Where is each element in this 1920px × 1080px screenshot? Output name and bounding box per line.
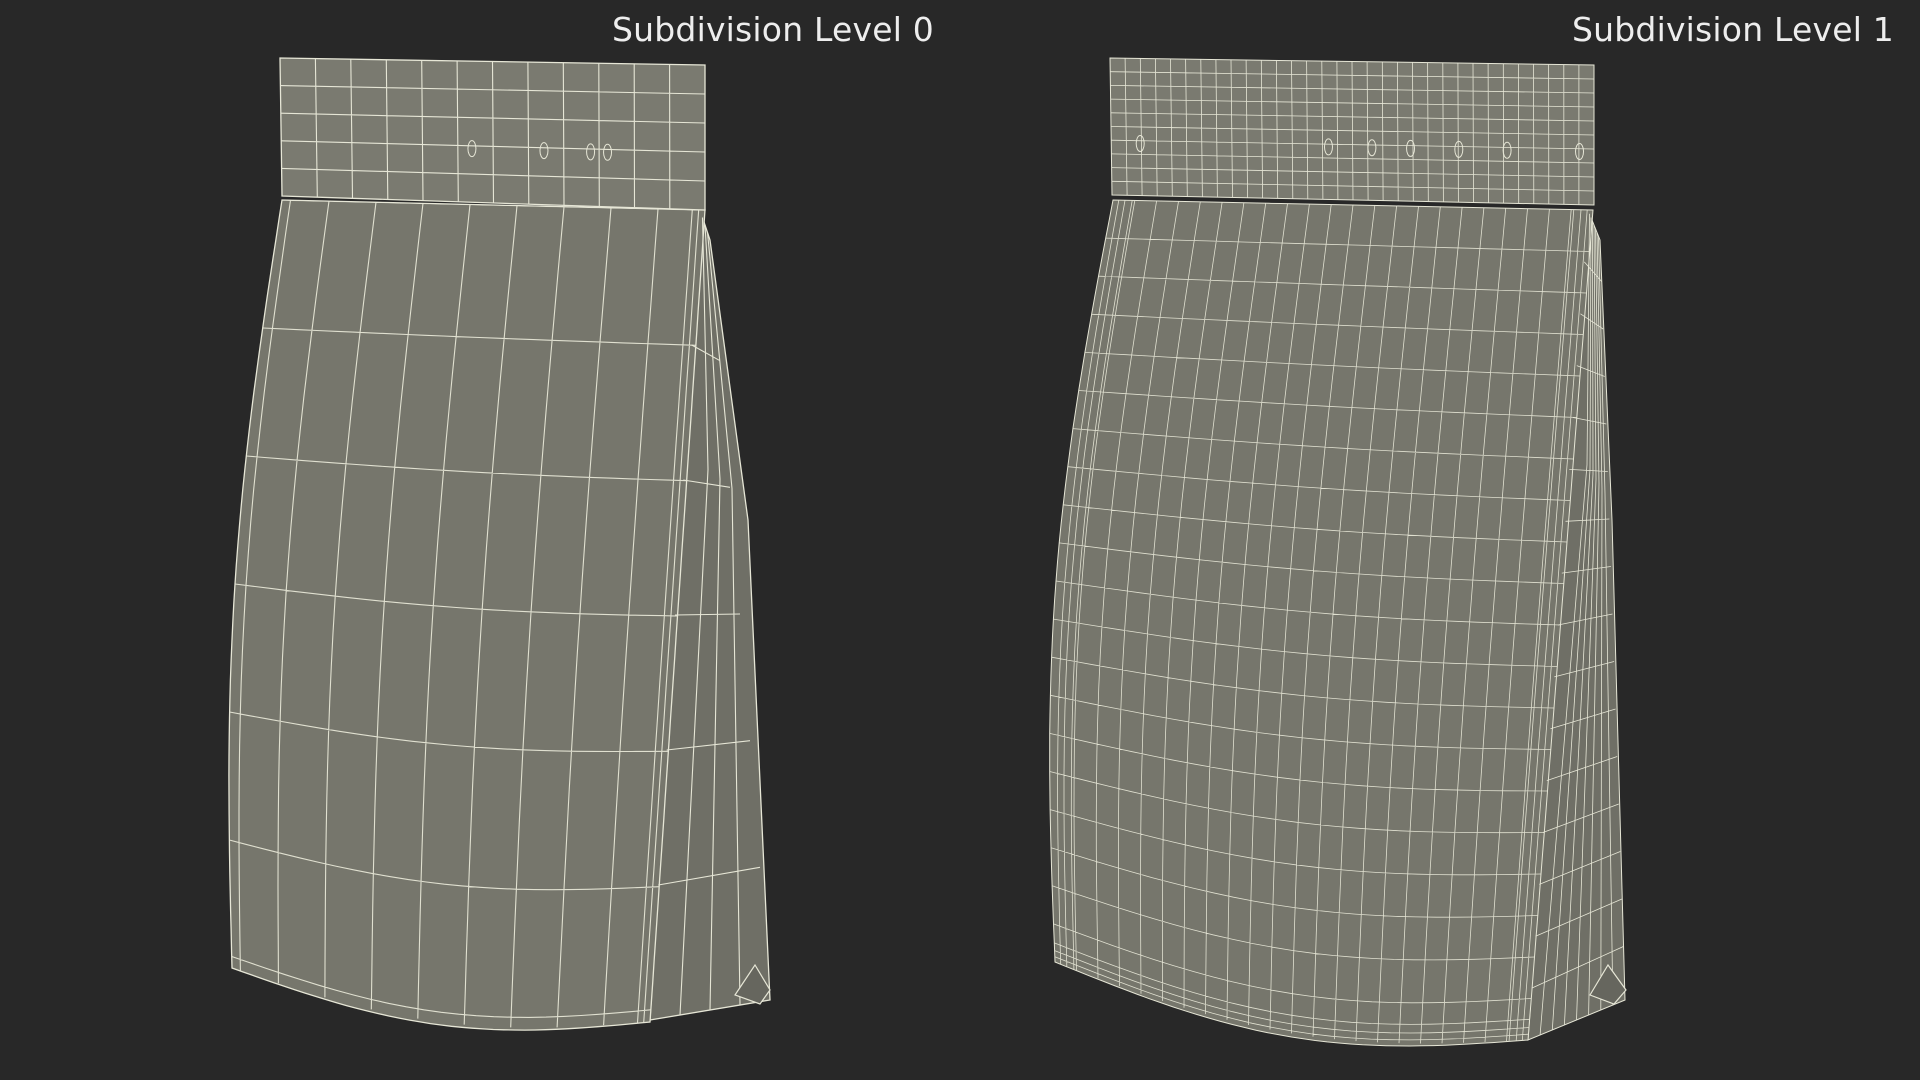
render-stage: Subdivision Level 0 Subdivision Level 1 — [0, 0, 1920, 1080]
pouch-wireframe-level-1 — [1049, 57, 1627, 1047]
front-face — [1049, 199, 1594, 1047]
pouch-wireframe-level-0 — [228, 57, 771, 1031]
wireframe-scene — [228, 57, 1627, 1047]
